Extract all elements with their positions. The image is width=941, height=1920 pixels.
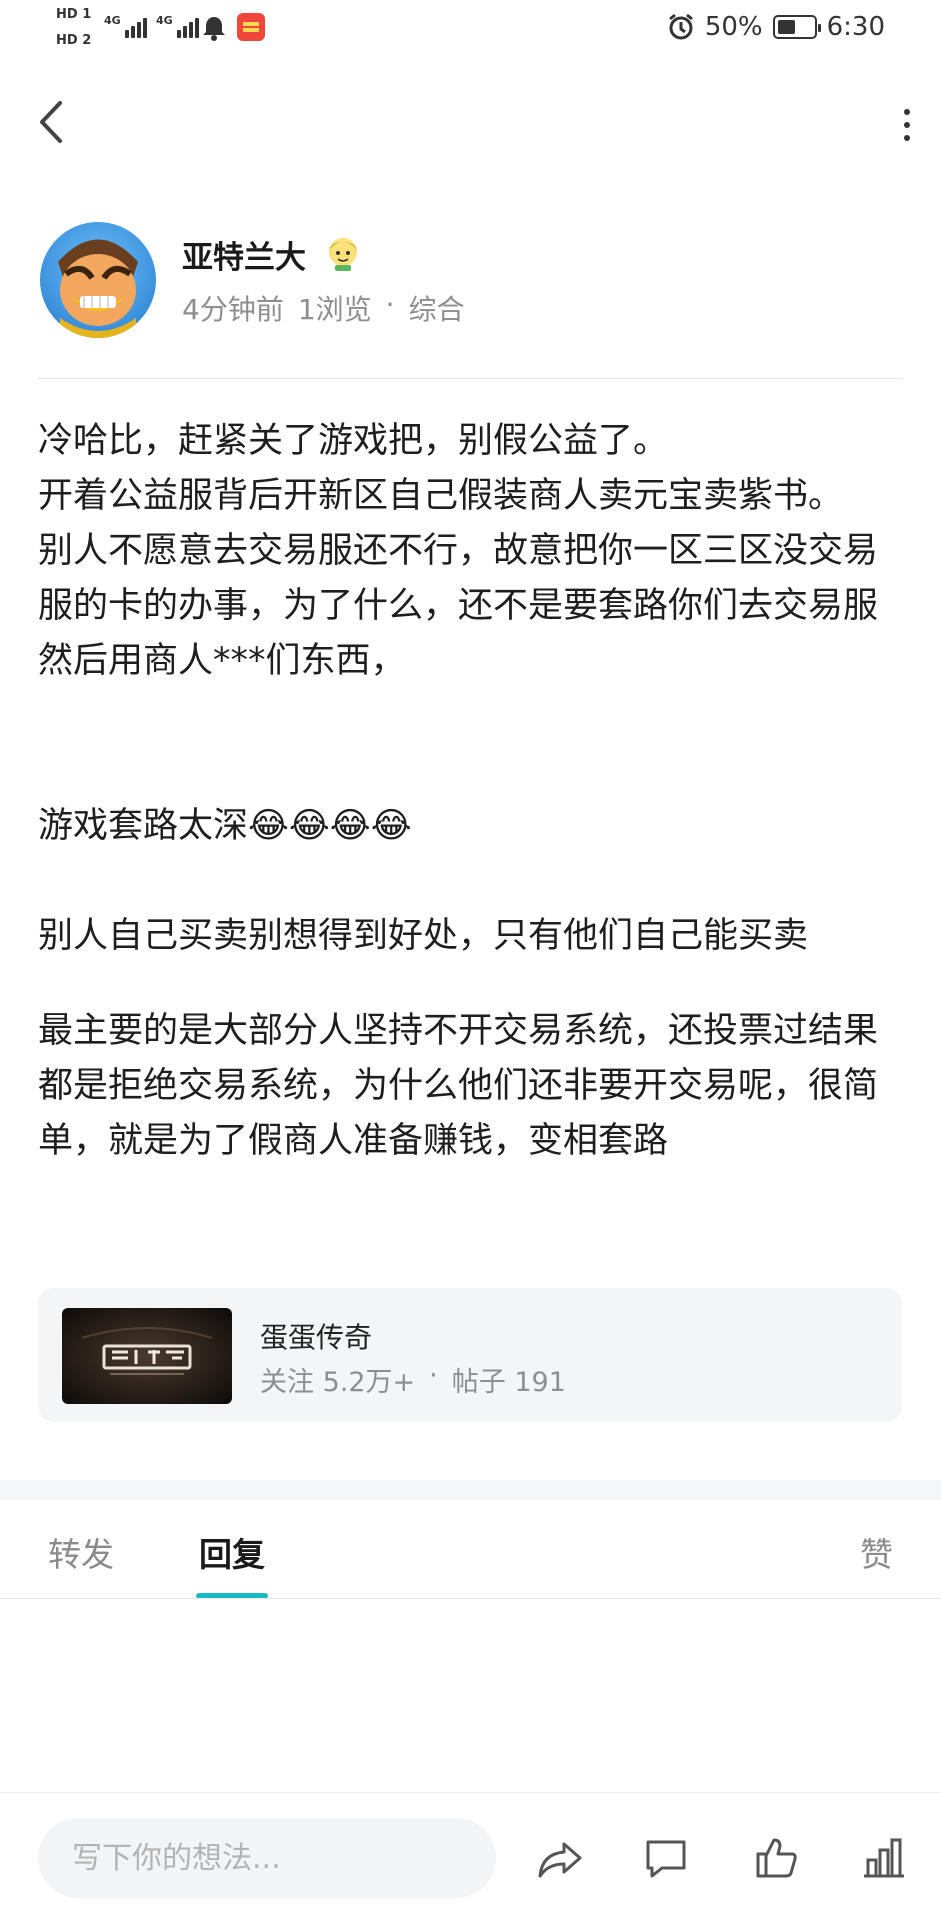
battery-icon: [772, 15, 821, 39]
chevron-left-icon: [40, 101, 62, 143]
app-notification-icon: [237, 13, 265, 41]
post-body: 冷哈比，赶紧关了游戏把，别假公益了。 开着公益服背后开新区自己假装商人卖元宝卖紫…: [38, 414, 908, 1169]
chart-icon[interactable]: [860, 1834, 908, 1882]
post-meta: 4分钟前 1浏览 · 综合: [182, 288, 465, 328]
meta-separator: ·: [385, 288, 395, 321]
game-name: 蛋蛋传奇: [260, 1321, 373, 1354]
vertical-dots-icon: [904, 109, 910, 115]
post-paragraph: 游戏套路太深😂😂😂😂: [38, 806, 412, 846]
post-views: 1浏览: [297, 293, 372, 326]
game-thumbnail: [62, 1308, 232, 1404]
bottom-bar-divider: [0, 1792, 941, 1793]
signal-icon-2: 4G: [156, 14, 199, 38]
battery-percent: 50%: [704, 12, 763, 42]
game-post-count: 帖子 191: [451, 1367, 566, 1398]
section-separator: [0, 1480, 941, 1500]
post-paragraph: 冷哈比，赶紧关了游戏把，别假公益了。 开着公益服背后开新区自己假装商人卖元宝卖紫…: [38, 421, 879, 681]
user-badge-icon: [324, 234, 362, 272]
signal-icon-1: 4G: [104, 14, 147, 38]
alarm-icon: [668, 13, 693, 40]
sim1-label: HD 1: [56, 7, 92, 22]
post-paragraph: 别人自己买卖别想得到好处，只有他们自己能买卖: [38, 916, 809, 956]
author-name[interactable]: 亚特兰大: [182, 232, 306, 277]
status-right: 50% 6:30: [667, 12, 885, 42]
sim2-label: HD 2: [56, 33, 92, 48]
status-bar: HD 1 HD 2 4G 4G 50% 6:30: [0, 0, 941, 60]
game-stats: 关注 5.2万+ · 帖子 191: [260, 1360, 566, 1399]
thumbs-up-icon[interactable]: [752, 1834, 800, 1882]
post-paragraph: 最主要的是大部分人坚持不开交易系统，还投票过结果都是拒绝交易系统，为什么他们还非…: [38, 1011, 879, 1161]
tab-reply[interactable]: 回复: [199, 1528, 265, 1576]
share-icon[interactable]: [536, 1834, 584, 1882]
comment-input[interactable]: [38, 1818, 496, 1898]
clock: 6:30: [826, 12, 885, 42]
notification-bell-icon: [203, 17, 225, 41]
more-options-button[interactable]: [887, 100, 927, 150]
back-button[interactable]: [30, 95, 74, 149]
tab-repost[interactable]: 转发: [48, 1528, 114, 1576]
stats-separator: ·: [429, 1360, 438, 1391]
post-category[interactable]: 综合: [409, 288, 465, 328]
comment-icon[interactable]: [642, 1834, 690, 1882]
game-card[interactable]: 蛋蛋传奇 关注 5.2万+ · 帖子 191: [38, 1288, 902, 1422]
tab-divider: [0, 1598, 941, 1599]
tab-like[interactable]: 赞: [860, 1528, 893, 1576]
avatar[interactable]: [40, 222, 156, 338]
post-time: 4分钟前: [182, 293, 284, 326]
author-divider: [38, 378, 902, 379]
game-follow-count: 关注 5.2万+: [260, 1367, 416, 1398]
